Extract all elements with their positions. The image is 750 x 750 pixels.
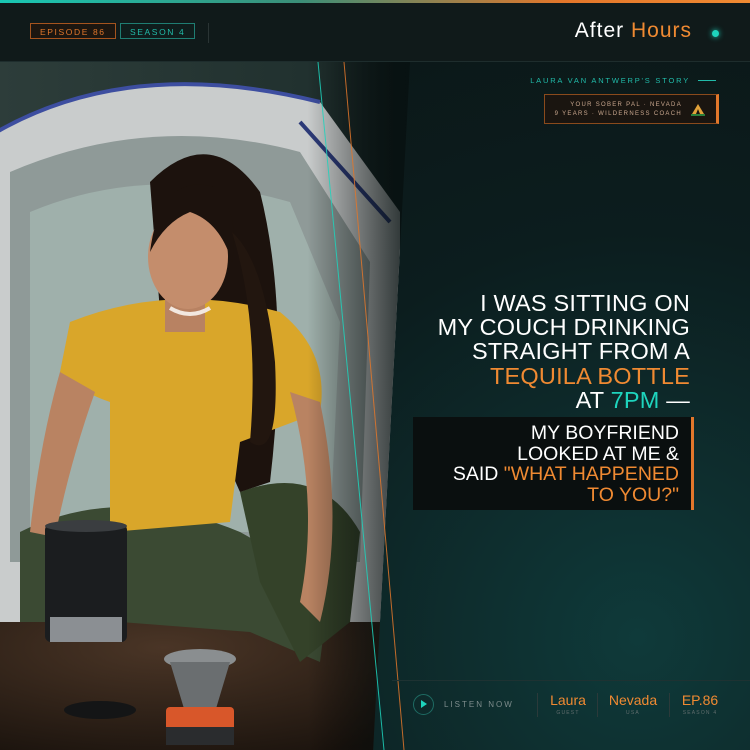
quote-line-5-dash: — [666, 386, 690, 413]
story-title: LAURA VAN ANTWERP'S STORY [530, 76, 716, 85]
season-badge[interactable]: SEASON 4 [120, 23, 196, 39]
callout-line-3-pre: SAID [452, 463, 499, 486]
stat-episode-label: SEASON 4 [682, 710, 718, 716]
guest-info-box: YOUR SOBER PAL · NEVADA 9 YEARS · WILDER… [544, 94, 719, 124]
stat-guest-value: Laura [550, 692, 586, 708]
callout-text: MY BOYFRIEND LOOKED AT ME & SAID "WHAT H… [453, 423, 679, 505]
stat-location-value: Nevada [608, 692, 658, 708]
show-title-main: After [574, 19, 625, 42]
footer-divider [669, 693, 670, 717]
quote-highlight-time: 7PM [610, 386, 660, 413]
stat-location-label: USA [626, 710, 640, 716]
guest-info-line1: YOUR SOBER PAL · NEVADA [570, 102, 682, 108]
quote-line-3: STRAIGHT FROM A [472, 338, 690, 365]
header-bar: EPISODE 86 SEASON 4 After Hours [0, 3, 750, 62]
callout-highlight-1: "WHAT HAPPENED [503, 463, 679, 486]
live-indicator-icon [712, 30, 719, 37]
stat-guest: Laura GUEST [544, 692, 592, 716]
episode-card: EPISODE 86 SEASON 4 After Hours LAURA VA… [0, 0, 750, 750]
quote-highlight-tequila: TEQUILA BOTTLE [490, 362, 690, 389]
callout-line-1: MY BOYFRIEND [530, 422, 679, 444]
stat-episode-value: EP.86 [681, 692, 719, 708]
header-divider [208, 23, 209, 43]
quote-line-2: MY COUCH DRINKING [437, 314, 690, 341]
stat-guest-label: GUEST [556, 710, 580, 716]
play-icon [421, 700, 427, 708]
callout-line-3: SAID "WHAT HAPPENED [453, 464, 679, 485]
callout-line-2: LOOKED AT ME & [517, 442, 679, 465]
story-title-text: LAURA VAN ANTWERP'S STORY [530, 76, 690, 85]
guest-info-line2: 9 YEARS · WILDERNESS COACH [554, 111, 682, 117]
quote-line-1: I WAS SITTING ON [480, 290, 690, 316]
footer-bar: LISTEN NOW Laura GUEST Nevada USA EP.86 … [392, 680, 750, 750]
footer-divider [597, 693, 598, 717]
show-title-accent: Hours [630, 19, 692, 42]
pull-quote: I WAS SITTING ON MY COUCH DRINKING STRAI… [370, 291, 690, 412]
quote-line-5: AT 7PM — [370, 388, 690, 412]
show-title: After Hours [575, 19, 692, 43]
quote-callout-box: MY BOYFRIEND LOOKED AT ME & SAID "WHAT H… [413, 417, 694, 510]
callout-highlight-2: TO YOU?" [587, 483, 679, 506]
play-button[interactable] [413, 694, 434, 715]
listen-now-link[interactable]: LISTEN NOW [444, 700, 514, 709]
stat-location: Nevada USA [605, 692, 661, 716]
episode-badge[interactable]: EPISODE 86 [30, 23, 116, 39]
story-title-rule [698, 80, 716, 81]
tent-campfire-icon [691, 104, 705, 116]
stat-episode: EP.86 SEASON 4 [677, 692, 723, 716]
footer-divider [537, 693, 538, 717]
quote-line-5-pre: AT [575, 386, 604, 413]
